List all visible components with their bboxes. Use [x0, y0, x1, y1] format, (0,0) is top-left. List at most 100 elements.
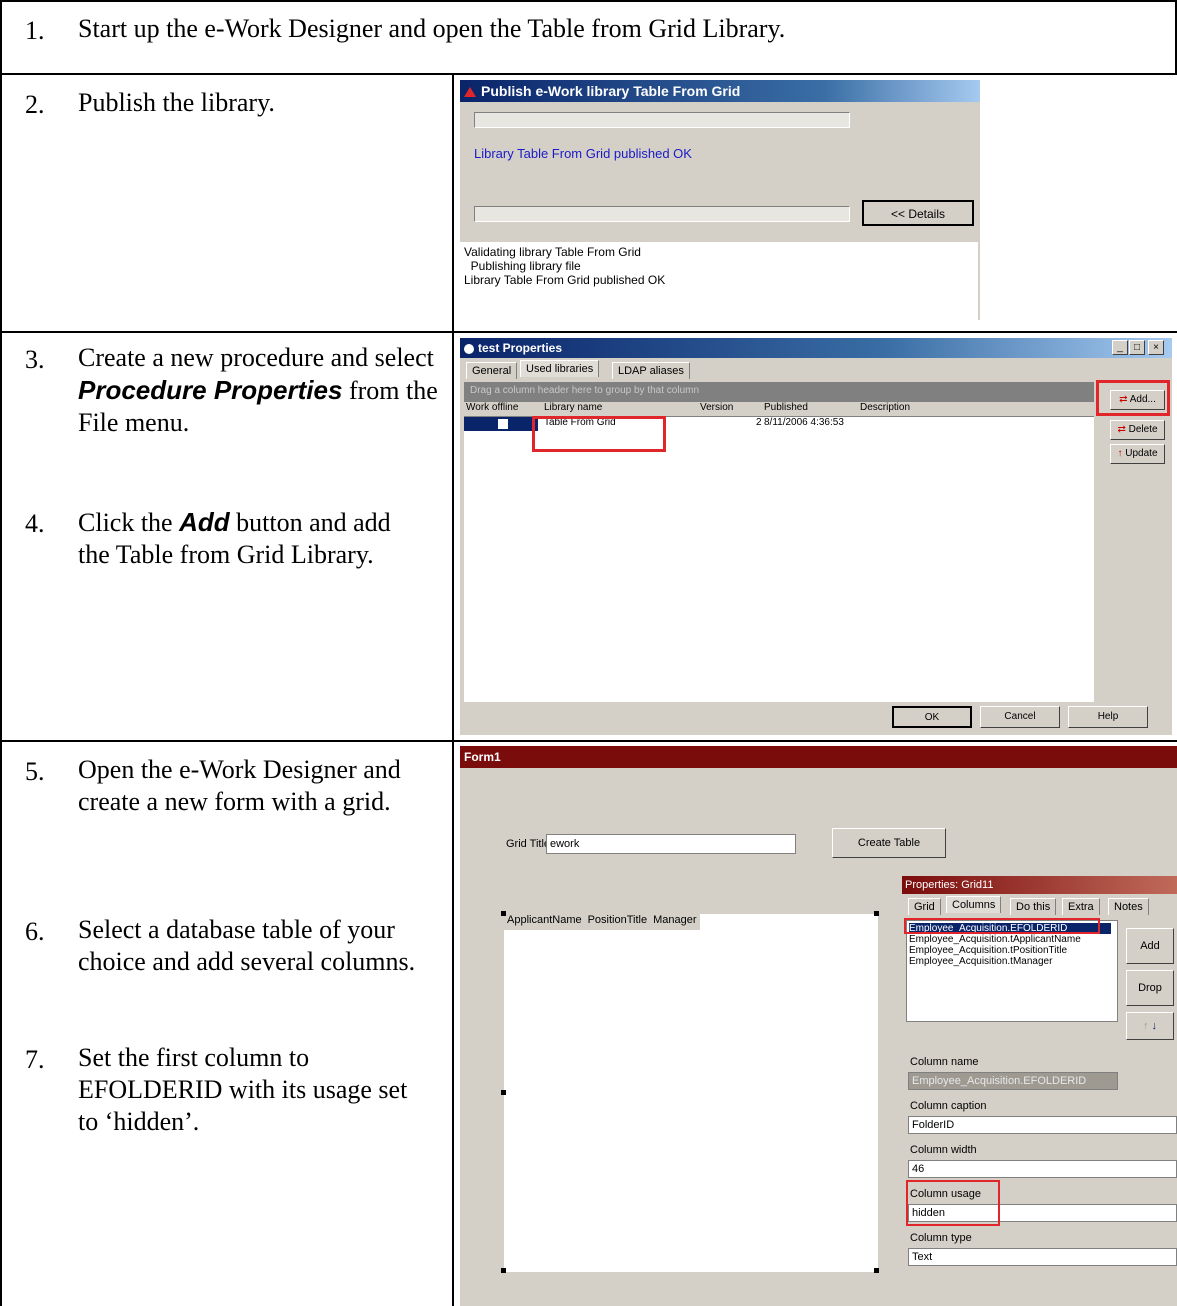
step-text-bold: Add: [179, 507, 230, 537]
drop-column-button[interactable]: Drop: [1126, 970, 1174, 1006]
column-type-label: Column type: [910, 1232, 972, 1244]
column-divider: [452, 73, 454, 1306]
highlight-box: [906, 1180, 1000, 1226]
ok-button[interactable]: OK: [892, 706, 972, 728]
grid-title-label: Grid Title: [506, 838, 551, 850]
tab-ldap-aliases[interactable]: LDAP aliases: [612, 362, 690, 379]
tab-grid[interactable]: Grid: [908, 898, 941, 915]
column-name-label: Column name: [910, 1056, 979, 1068]
grid-control[interactable]: ApplicantName PositionTitle Manager: [501, 911, 879, 1273]
step-text: Publish the library.: [78, 88, 275, 117]
column-header[interactable]: Work offline: [466, 402, 518, 413]
form-designer: Form1 Grid Title ework Create Table Appl…: [460, 746, 1177, 1306]
column-caption-label: Column caption: [910, 1100, 987, 1112]
step-text-part: Create a new procedure and select: [78, 343, 434, 372]
grid-title-input[interactable]: ework: [546, 834, 796, 854]
arrow-down-icon: ↓: [1151, 1020, 1158, 1032]
maximize-button[interactable]: □: [1129, 340, 1145, 355]
publish-log: Validating library Table From Grid Publi…: [460, 242, 978, 320]
column-name-field[interactable]: Employee_Acquisition.EFOLDERID: [908, 1072, 1118, 1090]
step-number: 2.: [25, 90, 45, 119]
table-border-left: [0, 0, 2, 1306]
log-line: Library Table From Grid published OK: [464, 273, 666, 287]
progress-bar: [474, 206, 850, 222]
column-caption-field[interactable]: FolderID: [908, 1116, 1177, 1134]
list-item[interactable]: Employee_Acquisition.tManager: [909, 956, 1052, 967]
grid-column-header[interactable]: PositionTitle: [585, 914, 651, 930]
highlight-box: [904, 918, 1100, 934]
resize-handle[interactable]: [501, 1268, 506, 1273]
progress-bar: [474, 112, 850, 128]
cancel-button[interactable]: Cancel: [980, 706, 1060, 728]
properties-titlebar: test Properties: [460, 338, 1172, 358]
highlight-box: [1096, 380, 1170, 416]
delete-button[interactable]: ⇄ Delete: [1110, 420, 1165, 440]
tab-notes[interactable]: Notes: [1108, 898, 1149, 915]
help-button[interactable]: Help: [1068, 706, 1148, 728]
row-divider: [0, 331, 1177, 333]
tab-extra[interactable]: Extra: [1062, 898, 1100, 915]
column-header[interactable]: Library name: [544, 402, 602, 413]
library-published: 8/11/2006 4:36:53: [764, 417, 844, 428]
row-divider: [0, 73, 1177, 75]
step-text: Start up the e-Work Designer and open th…: [78, 14, 786, 43]
log-line: Publishing library file: [464, 259, 581, 273]
form-titlebar: Form1: [460, 746, 1177, 768]
publish-status: Library Table From Grid published OK: [474, 146, 692, 161]
tab-columns[interactable]: Columns: [946, 896, 1002, 913]
close-icon[interactable]: ×: [1148, 340, 1164, 355]
publish-dialog-title: Publish e-Work library Table From Grid: [481, 83, 741, 99]
details-button[interactable]: << Details: [862, 200, 974, 226]
columns-list[interactable]: Employee_Acquisition.EFOLDERID Employee_…: [906, 920, 1118, 1022]
create-table-button[interactable]: Create Table: [832, 828, 946, 858]
highlight-box: [532, 416, 666, 452]
step-number: 6.: [25, 917, 45, 946]
resize-handle[interactable]: [501, 911, 506, 916]
instruction-table: 1. Start up the e-Work Designer and open…: [0, 0, 1177, 1306]
step-text: Click the Add button and add the Table f…: [78, 506, 408, 571]
delete-button-label: Delete: [1128, 424, 1158, 435]
resize-handle[interactable]: [874, 911, 879, 916]
properties-dialog: test Properties _ □ × General Used libra…: [460, 338, 1172, 735]
update-button[interactable]: ↑ Update: [1110, 444, 1165, 464]
grid-properties-panel: Properties: Grid11 Grid Columns Do this …: [902, 876, 1177, 1306]
tab-general[interactable]: General: [466, 362, 518, 379]
publish-dialog-titlebar: Publish e-Work library Table From Grid: [460, 80, 980, 102]
group-by-area[interactable]: Drag a column header here to group by th…: [464, 382, 1094, 402]
group-hint: Drag a column header here to group by th…: [470, 385, 700, 396]
list-item[interactable]: Employee_Acquisition.tApplicantName: [909, 934, 1081, 945]
step-text-bold: Procedure Properties: [78, 375, 343, 405]
arrow-up-icon: ↑: [1142, 1020, 1149, 1032]
tab-do-this[interactable]: Do this: [1010, 898, 1057, 915]
resize-handle[interactable]: [874, 1268, 879, 1273]
step-number: 3.: [25, 345, 45, 374]
library-version: 2: [756, 417, 762, 428]
step-text: Create a new procedure and select Proced…: [78, 342, 438, 439]
row-divider: [0, 740, 1177, 742]
properties-panel-title: Properties: Grid11: [902, 876, 1177, 894]
list-item[interactable]: Employee_Acquisition.tPositionTitle: [909, 945, 1067, 956]
grid-column-header[interactable]: Manager: [650, 914, 699, 930]
column-width-field[interactable]: 46: [908, 1160, 1177, 1178]
grid-header: ApplicantName PositionTitle Manager: [504, 914, 700, 930]
column-header[interactable]: Description: [860, 402, 910, 413]
step-text: Open the e-Work Designer and create a ne…: [78, 755, 401, 816]
step-number: 5.: [25, 757, 45, 786]
column-width-label: Column width: [910, 1144, 977, 1156]
resize-handle[interactable]: [501, 1090, 506, 1095]
minimize-button[interactable]: _: [1112, 340, 1128, 355]
add-column-button[interactable]: Add: [1126, 928, 1174, 964]
step-number: 4.: [25, 509, 45, 538]
step-number: 1.: [25, 16, 45, 45]
grid-column-header[interactable]: ApplicantName: [504, 914, 585, 930]
column-header[interactable]: Published: [764, 402, 808, 413]
offline-checkbox[interactable]: [498, 419, 508, 429]
column-header[interactable]: Version: [700, 402, 733, 413]
properties-title: test Properties: [478, 341, 563, 355]
move-buttons[interactable]: ↑ ↓: [1126, 1012, 1174, 1040]
column-type-field[interactable]: Text: [908, 1248, 1177, 1266]
table-border-top: [0, 0, 1177, 2]
step-text: Select a database table of your choice a…: [78, 915, 416, 976]
tab-used-libraries[interactable]: Used libraries: [520, 360, 600, 377]
grid-header: Work offline Library name Version Publis…: [464, 402, 1094, 417]
